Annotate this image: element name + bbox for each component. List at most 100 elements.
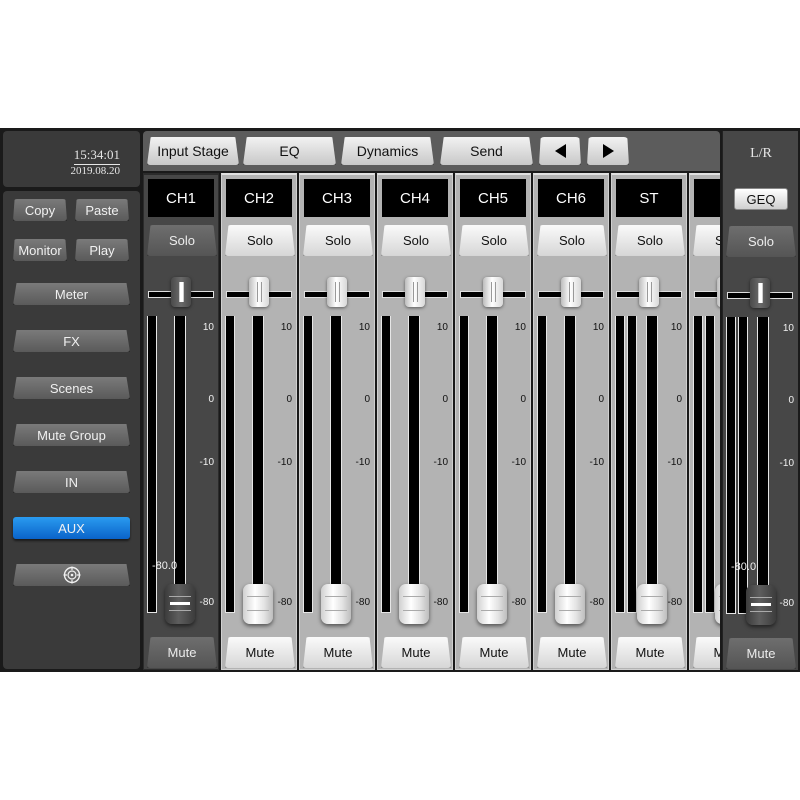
channel-name[interactable]: ST: [616, 179, 682, 217]
solo-button[interactable]: Solo: [693, 225, 720, 256]
pan-knob[interactable]: [561, 277, 581, 307]
channel-strip: CH2 Solo 10 0 -10 -80 Mute: [221, 173, 297, 670]
scale-label: 10: [670, 322, 682, 333]
fader-track[interactable]: [408, 316, 420, 613]
paste-button[interactable]: Paste: [75, 199, 129, 221]
master-title: L/R: [750, 146, 772, 161]
scale-label: 0: [208, 394, 214, 405]
fader-track[interactable]: [564, 316, 576, 613]
channel-name[interactable]: CH6: [538, 179, 604, 217]
channel-strip: CH6 Solo 10 0 -10 -80 Mute: [533, 173, 609, 670]
mute-button[interactable]: Mute: [693, 637, 720, 668]
pan-knob[interactable]: [249, 277, 269, 307]
solo-button[interactable]: Solo: [459, 225, 529, 256]
channel-strip: ST Solo 10 0 -10 -80 Mute: [611, 173, 687, 670]
channel-strips: CH1 Solo 10 0 -10 -80 -80.0 Mute CH2 Solo 10 0 -10 -8…: [143, 173, 720, 670]
fader-track[interactable]: [252, 316, 264, 613]
level-meter: [381, 316, 391, 613]
level-meter: [303, 316, 313, 613]
fader-knob[interactable]: [243, 584, 273, 624]
master-mute-button[interactable]: Mute: [726, 638, 796, 669]
pan-knob[interactable]: [639, 277, 659, 307]
play-button[interactable]: Play: [75, 239, 129, 261]
scale-label: 0: [442, 394, 448, 405]
sidebar-item-in[interactable]: IN: [13, 471, 130, 493]
master-solo-button[interactable]: Solo: [726, 226, 796, 257]
scale-label: -10: [433, 457, 448, 468]
solo-button[interactable]: Solo: [381, 225, 451, 256]
channel-name[interactable]: P: [694, 179, 720, 217]
network-button[interactable]: [13, 564, 130, 586]
scale-label: -10: [511, 457, 526, 468]
fader-track[interactable]: [330, 316, 342, 613]
pan-knob[interactable]: [327, 277, 347, 307]
mute-button[interactable]: Mute: [537, 637, 607, 668]
solo-button[interactable]: Solo: [225, 225, 295, 256]
pan-knob[interactable]: [717, 277, 720, 307]
solo-button[interactable]: Solo: [303, 225, 373, 256]
pan-knob[interactable]: [483, 277, 503, 307]
sidebar-item-aux[interactable]: AUX: [13, 517, 130, 539]
master-fader-track[interactable]: [757, 317, 769, 614]
channel-strip: CH1 Solo 10 0 -10 -80 -80.0 Mute: [143, 173, 219, 670]
next-page-button[interactable]: [587, 137, 629, 165]
next-arrow-icon: [602, 144, 614, 158]
fader-knob[interactable]: [321, 584, 351, 624]
tab-send[interactable]: Send: [440, 137, 533, 165]
scale-label: 0: [598, 394, 604, 405]
fader-knob[interactable]: [715, 584, 720, 624]
scale-label: -10: [667, 457, 682, 468]
mute-button[interactable]: Mute: [147, 637, 217, 668]
tab-input-stage[interactable]: Input Stage: [147, 137, 239, 165]
fader-knob[interactable]: [399, 584, 429, 624]
copy-button[interactable]: Copy: [13, 199, 67, 221]
mute-button[interactable]: Mute: [615, 637, 685, 668]
channel-strip: CH5 Solo 10 0 -10 -80 Mute: [455, 173, 531, 670]
prev-page-button[interactable]: [539, 137, 581, 165]
monitor-button[interactable]: Monitor: [13, 239, 67, 261]
pan-knob[interactable]: [405, 277, 425, 307]
mute-button[interactable]: Mute: [303, 637, 373, 668]
level-meter: [537, 316, 547, 613]
scale-label: 10: [592, 322, 604, 333]
scale-label: -80: [667, 597, 682, 608]
sidebar-item-fx[interactable]: FX: [13, 330, 130, 352]
fader-track[interactable]: [486, 316, 498, 613]
scale-label: 0: [520, 394, 526, 405]
scale-label: 10: [782, 323, 794, 334]
channel-name[interactable]: CH2: [226, 179, 292, 217]
fader-knob[interactable]: [637, 584, 667, 624]
mute-button[interactable]: Mute: [225, 637, 295, 668]
solo-button[interactable]: Solo: [615, 225, 685, 256]
fader-knob[interactable]: [555, 584, 585, 624]
geq-button[interactable]: GEQ: [734, 188, 788, 210]
master-fader-value: -80.0: [731, 561, 757, 573]
channel-name[interactable]: CH5: [460, 179, 526, 217]
scale-label: -10: [779, 458, 794, 469]
level-meter: [225, 316, 235, 613]
master-fader-knob[interactable]: [746, 585, 776, 625]
sidebar-item-mute-group[interactable]: Mute Group: [13, 424, 130, 446]
level-meter-right: [705, 316, 715, 613]
mute-button[interactable]: Mute: [459, 637, 529, 668]
clock-date: 2019.08.20: [70, 165, 121, 177]
channel-name[interactable]: CH4: [382, 179, 448, 217]
fader-knob[interactable]: [165, 584, 195, 624]
solo-button[interactable]: Solo: [537, 225, 607, 256]
scale-label: -80: [277, 597, 292, 608]
channel-name[interactable]: CH1: [148, 179, 214, 217]
pan-knob[interactable]: [171, 277, 191, 307]
mute-button[interactable]: Mute: [381, 637, 451, 668]
master-pan-knob[interactable]: [750, 278, 770, 308]
scale-label: 0: [676, 394, 682, 405]
fader-track[interactable]: [646, 316, 658, 613]
sidebar-item-meter[interactable]: Meter: [13, 283, 130, 305]
scale-label: -10: [355, 457, 370, 468]
level-meter: [459, 316, 469, 613]
solo-button[interactable]: Solo: [147, 225, 217, 256]
tab-dynamics[interactable]: Dynamics: [341, 137, 434, 165]
tab-eq[interactable]: EQ: [243, 137, 336, 165]
fader-knob[interactable]: [477, 584, 507, 624]
sidebar-item-scenes[interactable]: Scenes: [13, 377, 130, 399]
channel-name[interactable]: CH3: [304, 179, 370, 217]
